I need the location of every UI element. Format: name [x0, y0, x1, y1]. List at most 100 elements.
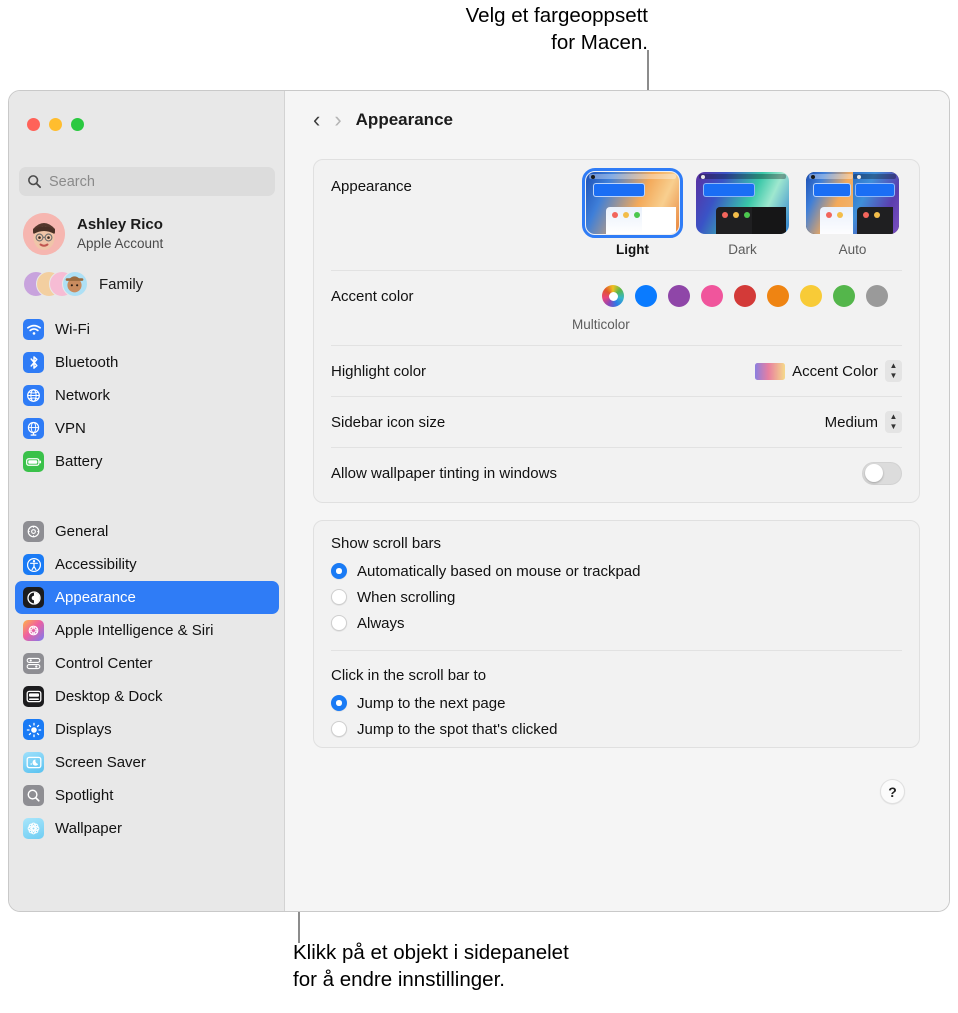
sidebar-item-apple-account[interactable]: Ashley Rico Apple Account [23, 213, 163, 255]
radio-label: Always [357, 614, 405, 632]
sidebar-item-wi-fi[interactable]: Wi-Fi [15, 313, 279, 346]
wallpaper-flower-icon [23, 818, 44, 839]
sidebar-item-apple-intelligence-siri[interactable]: Apple Intelligence & Siri [15, 614, 279, 647]
scroll-click-option-spot-clicked[interactable]: Jump to the spot that's clicked [314, 716, 919, 742]
sidebar-item-label: Screen Saver [55, 754, 146, 771]
search-icon [28, 175, 42, 189]
scroll-click-option-next-page[interactable]: Jump to the next page [314, 690, 919, 716]
chevron-up-down-icon[interactable]: ▲ ▼ [885, 411, 902, 433]
sidebar-item-label: Wallpaper [55, 820, 122, 837]
appearance-row: Appearance Light Dark Auto [314, 160, 919, 270]
appearance-theme-options: Light Dark Auto [581, 167, 899, 257]
sidebar-item-label: Spotlight [55, 787, 114, 804]
zoom-button[interactable] [71, 118, 84, 131]
sidebar-icon-size-popup[interactable]: Medium ▲ ▼ [825, 411, 902, 433]
highlight-color-popup[interactable]: Accent Color ▲ ▼ [755, 360, 902, 382]
vpn-globe-icon [23, 418, 44, 439]
sidebar-item-family[interactable]: Family [23, 271, 143, 297]
accent-color-label: Accent color [331, 288, 414, 305]
sidebar-item-appearance[interactable]: Appearance [15, 581, 279, 614]
appearance-contrast-icon [23, 587, 44, 608]
sidebar-item-bluetooth[interactable]: Bluetooth [15, 346, 279, 379]
sidebar-item-spotlight[interactable]: Spotlight [15, 779, 279, 812]
sidebar-item-vpn[interactable]: VPN [15, 412, 279, 445]
accent-swatch-multicolor[interactable] [602, 285, 624, 307]
account-name: Ashley Rico [77, 215, 163, 233]
family-label: Family [99, 275, 144, 293]
sidebar: Search Ashley Rico Apple Account Family … [9, 91, 285, 911]
sidebar-group-connectivity: Wi-Fi Bluetooth Network VPN Battery [15, 313, 279, 478]
bluetooth-icon [23, 352, 44, 373]
accent-swatch-orange[interactable] [767, 285, 789, 307]
appearance-option-auto[interactable]: Auto [806, 172, 899, 257]
search-input[interactable]: Search [19, 167, 275, 196]
sidebar-icon-size-value: Medium [824, 413, 878, 431]
sidebar-item-accessibility[interactable]: Accessibility [15, 548, 279, 581]
sidebar-item-label: Accessibility [55, 556, 137, 573]
back-button[interactable]: ‹ [313, 109, 320, 131]
accent-swatch-yellow[interactable] [800, 285, 822, 307]
accessibility-icon [23, 554, 44, 575]
account-subtitle: Apple Account [77, 235, 164, 251]
radio-label: Jump to the spot that's clicked [357, 720, 558, 738]
radio-label: When scrolling [357, 588, 456, 606]
minimize-button[interactable] [49, 118, 62, 131]
control-center-icon [23, 653, 44, 674]
battery-icon [23, 451, 44, 472]
globe-icon [23, 385, 44, 406]
callout-top-text: Velg et fargeoppsett for Macen. [465, 4, 648, 55]
auto-theme-label: Auto [838, 242, 867, 257]
accent-swatch-red[interactable] [734, 285, 756, 307]
highlight-color-label: Highlight color [331, 362, 427, 380]
sidebar-item-control-center[interactable]: Control Center [15, 647, 279, 680]
chevron-up-down-icon[interactable]: ▲ ▼ [885, 360, 902, 382]
toolbar: ‹ › Appearance [285, 91, 949, 149]
radio-button[interactable] [331, 721, 347, 737]
radio-button[interactable] [331, 589, 347, 605]
help-button[interactable]: ? [880, 779, 905, 804]
close-button[interactable] [27, 118, 40, 131]
accent-swatch-graphite[interactable] [866, 285, 888, 307]
sidebar-item-desktop-dock[interactable]: Desktop & Dock [15, 680, 279, 713]
sidebar-item-screen-saver[interactable]: Screen Saver [15, 746, 279, 779]
light-theme-thumbnail[interactable] [581, 167, 684, 239]
sidebar-item-displays[interactable]: Displays [15, 713, 279, 746]
sidebar-item-label: Desktop & Dock [55, 688, 163, 705]
radio-button[interactable] [331, 563, 347, 579]
scroll-bars-option-always[interactable]: Always [314, 610, 919, 636]
scroll-bars-option-when-scrolling[interactable]: When scrolling [314, 584, 919, 610]
appearance-option-dark[interactable]: Dark [696, 172, 789, 257]
sidebar-item-label: General [55, 523, 109, 540]
accent-swatch-blue[interactable] [635, 285, 657, 307]
wallpaper-tinting-toggle[interactable] [862, 461, 902, 485]
screen-saver-icon [23, 752, 44, 773]
accent-swatch-pink[interactable] [701, 285, 723, 307]
sidebar-item-battery[interactable]: Battery [15, 445, 279, 478]
sidebar-item-label: Appearance [55, 589, 136, 606]
sidebar-item-label: Control Center [55, 655, 153, 672]
accent-swatch-green[interactable] [833, 285, 855, 307]
callout-bottom-text: Klikk på et objekt i sidepanelet for å e… [293, 941, 569, 992]
gear-icon [23, 521, 44, 542]
window-traffic-lights [27, 118, 84, 131]
accent-swatch-purple[interactable] [668, 285, 690, 307]
wallpaper-tinting-row: Allow wallpaper tinting in windows [314, 448, 919, 498]
sidebar-group-system: General Accessibility Appearance Apple I… [15, 515, 279, 845]
sidebar-item-label: VPN [55, 420, 86, 437]
sidebar-icon-size-label: Sidebar icon size [331, 413, 446, 431]
sidebar-item-network[interactable]: Network [15, 379, 279, 412]
sidebar-item-wallpaper[interactable]: Wallpaper [15, 812, 279, 845]
sidebar-item-general[interactable]: General [15, 515, 279, 548]
search-placeholder: Search [49, 173, 95, 190]
radio-label: Jump to the next page [357, 694, 506, 712]
family-avatar-4 [62, 271, 88, 297]
forward-button[interactable]: › [334, 109, 341, 131]
appearance-option-light[interactable]: Light [581, 167, 684, 257]
radio-button[interactable] [331, 695, 347, 711]
scroll-bar-settings-card: Show scroll bars Automatically based on … [313, 520, 920, 748]
scroll-bars-option-automatic[interactable]: Automatically based on mouse or trackpad [314, 558, 919, 584]
dark-theme-thumbnail[interactable] [696, 172, 789, 234]
radio-button[interactable] [331, 615, 347, 631]
auto-theme-thumbnail[interactable] [806, 172, 899, 234]
light-theme-label: Light [616, 242, 649, 257]
